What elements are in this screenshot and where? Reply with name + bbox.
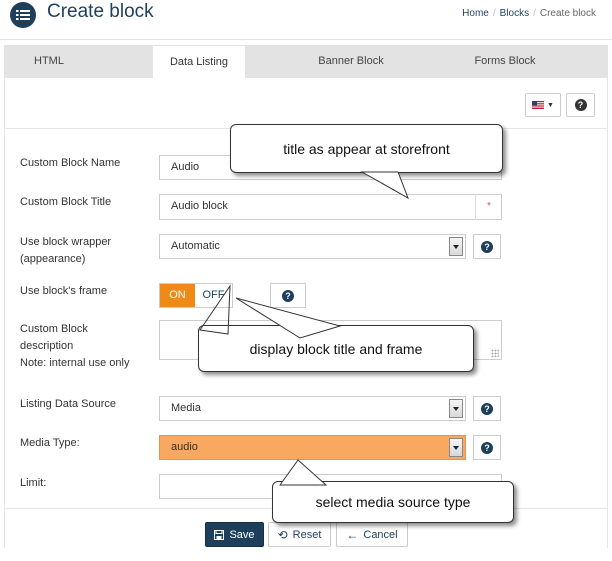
dropdown-arrow-icon	[449, 399, 463, 418]
dropdown-arrow-icon	[449, 237, 463, 256]
question-icon: ?	[481, 240, 493, 253]
source-help-button[interactable]: ?	[473, 396, 501, 421]
breadcrumb: Home / Blocks / Create block	[462, 8, 596, 19]
us-flag-icon	[532, 101, 545, 109]
callout-frame: display block title and frame	[198, 325, 474, 372]
media-help-button[interactable]: ?	[473, 435, 501, 460]
breadcrumb-blocks[interactable]: Blocks	[500, 8, 529, 19]
breadcrumb-current: Create block	[539, 8, 596, 19]
question-icon: ?	[282, 289, 294, 302]
description-label-line2: description	[20, 340, 74, 352]
cancel-button[interactable]: ← Cancel	[336, 522, 408, 547]
question-icon: ?	[481, 441, 493, 454]
language-selector[interactable]: ▼	[525, 93, 561, 117]
page-header: Create block Home / Blocks / Create block	[0, 0, 612, 40]
media-type-select[interactable]: audio	[159, 435, 466, 460]
reset-button[interactable]: ⟲ Reset	[268, 522, 331, 547]
name-label: Custom Block Name	[20, 157, 121, 169]
required-marker: *	[475, 194, 502, 220]
question-icon: ?	[574, 99, 587, 111]
page-title: Create block	[47, 1, 154, 22]
wrapper-label-line1: Use block wrapper	[20, 236, 112, 248]
tab-forms-block[interactable]: Forms Block	[458, 45, 552, 78]
description-note: Note: internal use only	[20, 357, 130, 369]
source-label: Listing Data Source	[20, 398, 116, 410]
breadcrumb-home[interactable]: Home	[462, 8, 489, 19]
toggle-off[interactable]: OFF	[195, 284, 232, 307]
help-button[interactable]: ?	[566, 93, 595, 117]
save-button[interactable]: Save	[205, 522, 264, 547]
data-source-value: Media	[171, 402, 201, 414]
title-label: Custom Block Title	[20, 196, 112, 208]
wrapper-select-value: Automatic	[171, 240, 220, 252]
tab-bar: HTML Data Listing Banner Block Forms Blo…	[4, 45, 608, 79]
callout-media: select media source type	[272, 481, 514, 523]
data-source-select[interactable]: Media	[159, 396, 466, 421]
tab-html[interactable]: HTML	[4, 45, 94, 78]
block-title-input[interactable]: Audio block	[159, 194, 502, 220]
arrow-left-icon: ←	[346, 527, 359, 542]
wrapper-label: Use block wrapper (appearance)	[20, 234, 111, 268]
save-icon	[214, 529, 225, 540]
resize-handle-icon[interactable]	[491, 349, 499, 357]
limit-label: Limit:	[20, 477, 47, 489]
wrapper-help-button[interactable]: ?	[473, 234, 501, 259]
description-label-line1: Custom Block	[20, 323, 88, 335]
tab-data-listing[interactable]: Data Listing	[152, 45, 246, 79]
tab-banner-block[interactable]: Banner Block	[304, 45, 398, 78]
media-type-label: Media Type:	[20, 437, 80, 449]
wrapper-label-line2: (appearance)	[20, 253, 86, 265]
callout-title: title as appear at storefront	[230, 124, 503, 173]
cancel-button-label: Cancel	[363, 528, 398, 541]
description-label: Custom Block description Note: internal …	[20, 321, 129, 372]
frame-toggle[interactable]: ON OFF	[159, 283, 233, 308]
refresh-icon: ⟲	[277, 527, 288, 542]
save-button-label: Save	[229, 528, 255, 541]
toggle-on[interactable]: ON	[160, 284, 195, 307]
list-icon	[10, 2, 36, 28]
reset-button-label: Reset	[292, 528, 322, 541]
caret-down-icon: ▼	[547, 101, 554, 109]
frame-help-button[interactable]: ?	[270, 283, 306, 308]
frame-label: Use block's frame	[20, 285, 108, 297]
wrapper-select[interactable]: Automatic	[159, 234, 466, 259]
question-icon: ?	[481, 402, 493, 415]
media-type-value: audio	[171, 441, 198, 453]
dropdown-arrow-icon	[449, 438, 463, 457]
